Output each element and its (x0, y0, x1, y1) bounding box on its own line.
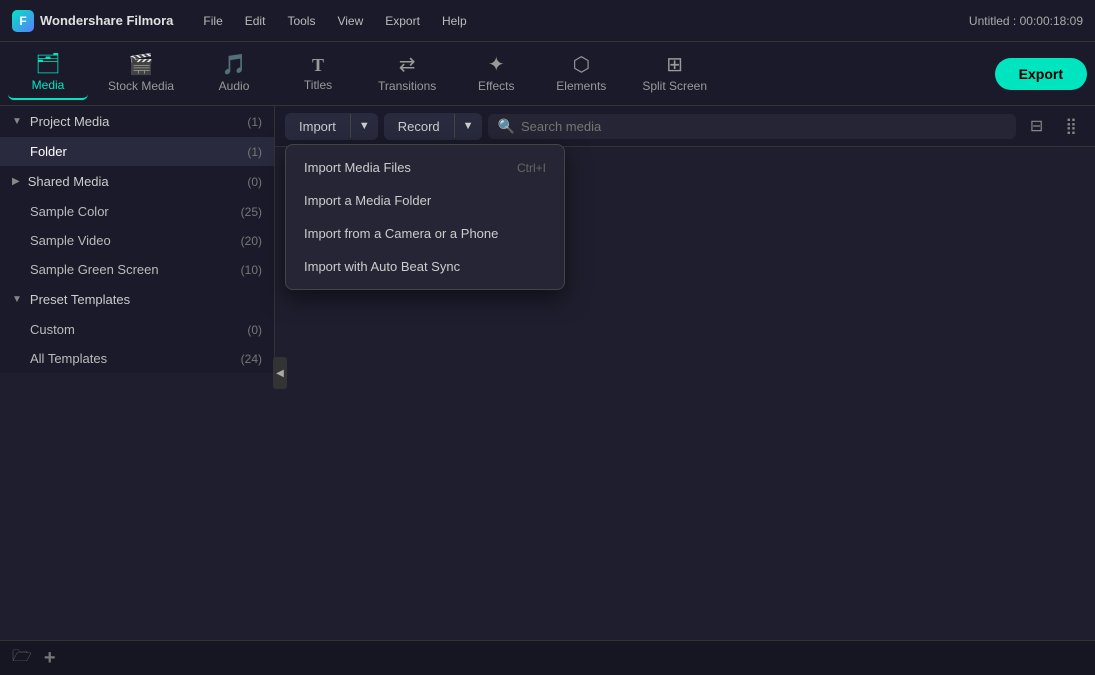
sidebar-item-custom[interactable]: Custom (0) (0, 315, 274, 344)
tab-media[interactable]: 🗂 Media (8, 48, 88, 100)
menu-bar: File Edit Tools View Export Help (193, 10, 476, 32)
menu-help[interactable]: Help (432, 10, 477, 32)
sidebar-item-sample-color[interactable]: Sample Color (25) (0, 197, 274, 226)
add-icon: + (44, 647, 56, 669)
shared-media-label: Shared Media (28, 174, 109, 189)
sidebar-collapse-button[interactable]: ◀ (273, 357, 287, 389)
project-media-label: Project Media (30, 114, 109, 129)
tab-elements[interactable]: ⬡ Elements (540, 49, 622, 99)
split-screen-icon: ⊞ (666, 55, 683, 75)
stock-media-icon: 🎬 (129, 55, 154, 75)
tab-transitions-label: Transitions (378, 79, 436, 93)
import-beat-sync-label: Import with Auto Beat Sync (304, 259, 460, 274)
add-media-button[interactable]: + (44, 647, 56, 670)
search-box: 🔍 (488, 114, 1016, 139)
media-icon: 🗂 (35, 54, 60, 74)
grid-view-button[interactable]: ⣿ (1057, 112, 1085, 140)
sidebar-section-project-media[interactable]: ▼ Project Media (1) (0, 106, 274, 137)
all-templates-badge: (24) (241, 352, 262, 366)
main-layout: ▼ Project Media (1) Folder (1) ▶ Shared … (0, 106, 1095, 640)
tab-titles-label: Titles (304, 78, 332, 92)
import-button[interactable]: Import (285, 113, 350, 140)
export-button[interactable]: Export (995, 58, 1087, 90)
import-dropdown-arrow[interactable]: ▼ (350, 114, 378, 138)
effects-icon: ✦ (488, 55, 505, 75)
import-files-shortcut: Ctrl+I (517, 161, 546, 175)
search-icon: 🔍 (498, 118, 515, 135)
sidebar-wrapper: ▼ Project Media (1) Folder (1) ▶ Shared … (0, 106, 275, 640)
toolbar: Import ▼ Record ▼ 🔍 ⊟ ⣿ Import Media Fil… (275, 106, 1095, 147)
record-button-group: Record ▼ (384, 113, 482, 140)
folder-label: Folder (30, 144, 67, 159)
sample-color-label: Sample Color (30, 204, 109, 219)
tab-stock-media-label: Stock Media (108, 79, 174, 93)
new-folder-button[interactable]: 🗁 (12, 645, 32, 672)
content-area: Import ▼ Record ▼ 🔍 ⊟ ⣿ Import Media Fil… (275, 106, 1095, 640)
app-name: Wondershare Filmora (40, 13, 173, 28)
sidebar-section-shared-media[interactable]: ▶ Shared Media (0) (0, 166, 274, 197)
tab-titles[interactable]: T Titles (278, 50, 358, 98)
record-button[interactable]: Record (384, 113, 454, 140)
sidebar-item-sample-green-screen[interactable]: Sample Green Screen (10) (0, 255, 274, 284)
window-title: Untitled : 00:00:18:09 (969, 14, 1083, 28)
app-logo-icon: F (12, 10, 34, 32)
sidebar-section-preset-templates[interactable]: ▼ Preset Templates (0, 284, 274, 315)
tab-audio[interactable]: 🎵 Audio (194, 49, 274, 99)
tab-audio-label: Audio (219, 79, 250, 93)
sidebar: ▼ Project Media (1) Folder (1) ▶ Shared … (0, 106, 275, 373)
project-media-badge: (1) (247, 115, 262, 129)
menu-edit[interactable]: Edit (235, 10, 276, 32)
all-templates-label: All Templates (30, 351, 107, 366)
sample-video-label: Sample Video (30, 233, 111, 248)
bottom-bar: 🗁 + (0, 640, 1095, 675)
filter-button[interactable]: ⊟ (1022, 112, 1051, 140)
menu-tools[interactable]: Tools (277, 10, 325, 32)
tab-split-screen-label: Split Screen (642, 79, 707, 93)
audio-icon: 🎵 (222, 55, 247, 75)
tab-transitions[interactable]: ⇄ Transitions (362, 49, 452, 99)
project-media-arrow: ▼ (12, 116, 22, 127)
tab-split-screen[interactable]: ⊞ Split Screen (626, 49, 723, 99)
titles-icon: T (312, 56, 324, 74)
elements-icon: ⬡ (573, 55, 590, 75)
sample-green-screen-badge: (10) (241, 263, 262, 277)
dropdown-menu: Import Media Files Ctrl+I Import a Media… (285, 144, 565, 290)
new-folder-icon: 🗁 (12, 648, 32, 665)
sample-green-screen-label: Sample Green Screen (30, 262, 159, 277)
import-camera-label: Import from a Camera or a Phone (304, 226, 498, 241)
search-input[interactable] (521, 119, 1006, 134)
shared-media-badge: (0) (247, 175, 262, 189)
dropdown-item-import-folder[interactable]: Import a Media Folder (286, 184, 564, 217)
top-bar: F Wondershare Filmora File Edit Tools Vi… (0, 0, 1095, 42)
menu-export[interactable]: Export (375, 10, 430, 32)
import-button-group: Import ▼ (285, 113, 378, 140)
transitions-icon: ⇄ (399, 55, 416, 75)
tab-media-label: Media (32, 78, 65, 92)
sidebar-item-folder[interactable]: Folder (1) (0, 137, 274, 166)
import-folder-label: Import a Media Folder (304, 193, 431, 208)
sample-video-badge: (20) (241, 234, 262, 248)
record-dropdown-arrow[interactable]: ▼ (454, 114, 482, 138)
nav-tabs: 🗂 Media 🎬 Stock Media 🎵 Audio T Titles ⇄… (0, 42, 1095, 106)
sample-color-badge: (25) (241, 205, 262, 219)
menu-file[interactable]: File (193, 10, 232, 32)
dropdown-item-import-beat-sync[interactable]: Import with Auto Beat Sync (286, 250, 564, 283)
tab-elements-label: Elements (556, 79, 606, 93)
tab-stock-media[interactable]: 🎬 Stock Media (92, 49, 190, 99)
app-logo: F Wondershare Filmora (12, 10, 173, 32)
custom-label: Custom (30, 322, 75, 337)
menu-view[interactable]: View (327, 10, 373, 32)
preset-templates-arrow: ▼ (12, 294, 22, 305)
tab-effects-label: Effects (478, 79, 514, 93)
preset-templates-label: Preset Templates (30, 292, 130, 307)
custom-badge: (0) (247, 323, 262, 337)
dropdown-item-import-files[interactable]: Import Media Files Ctrl+I (286, 151, 564, 184)
sidebar-item-all-templates[interactable]: All Templates (24) (0, 344, 274, 373)
shared-media-arrow: ▶ (12, 176, 20, 187)
dropdown-item-import-camera[interactable]: Import from a Camera or a Phone (286, 217, 564, 250)
tab-effects[interactable]: ✦ Effects (456, 49, 536, 99)
import-files-label: Import Media Files (304, 160, 411, 175)
sidebar-item-sample-video[interactable]: Sample Video (20) (0, 226, 274, 255)
folder-badge: (1) (247, 145, 262, 159)
